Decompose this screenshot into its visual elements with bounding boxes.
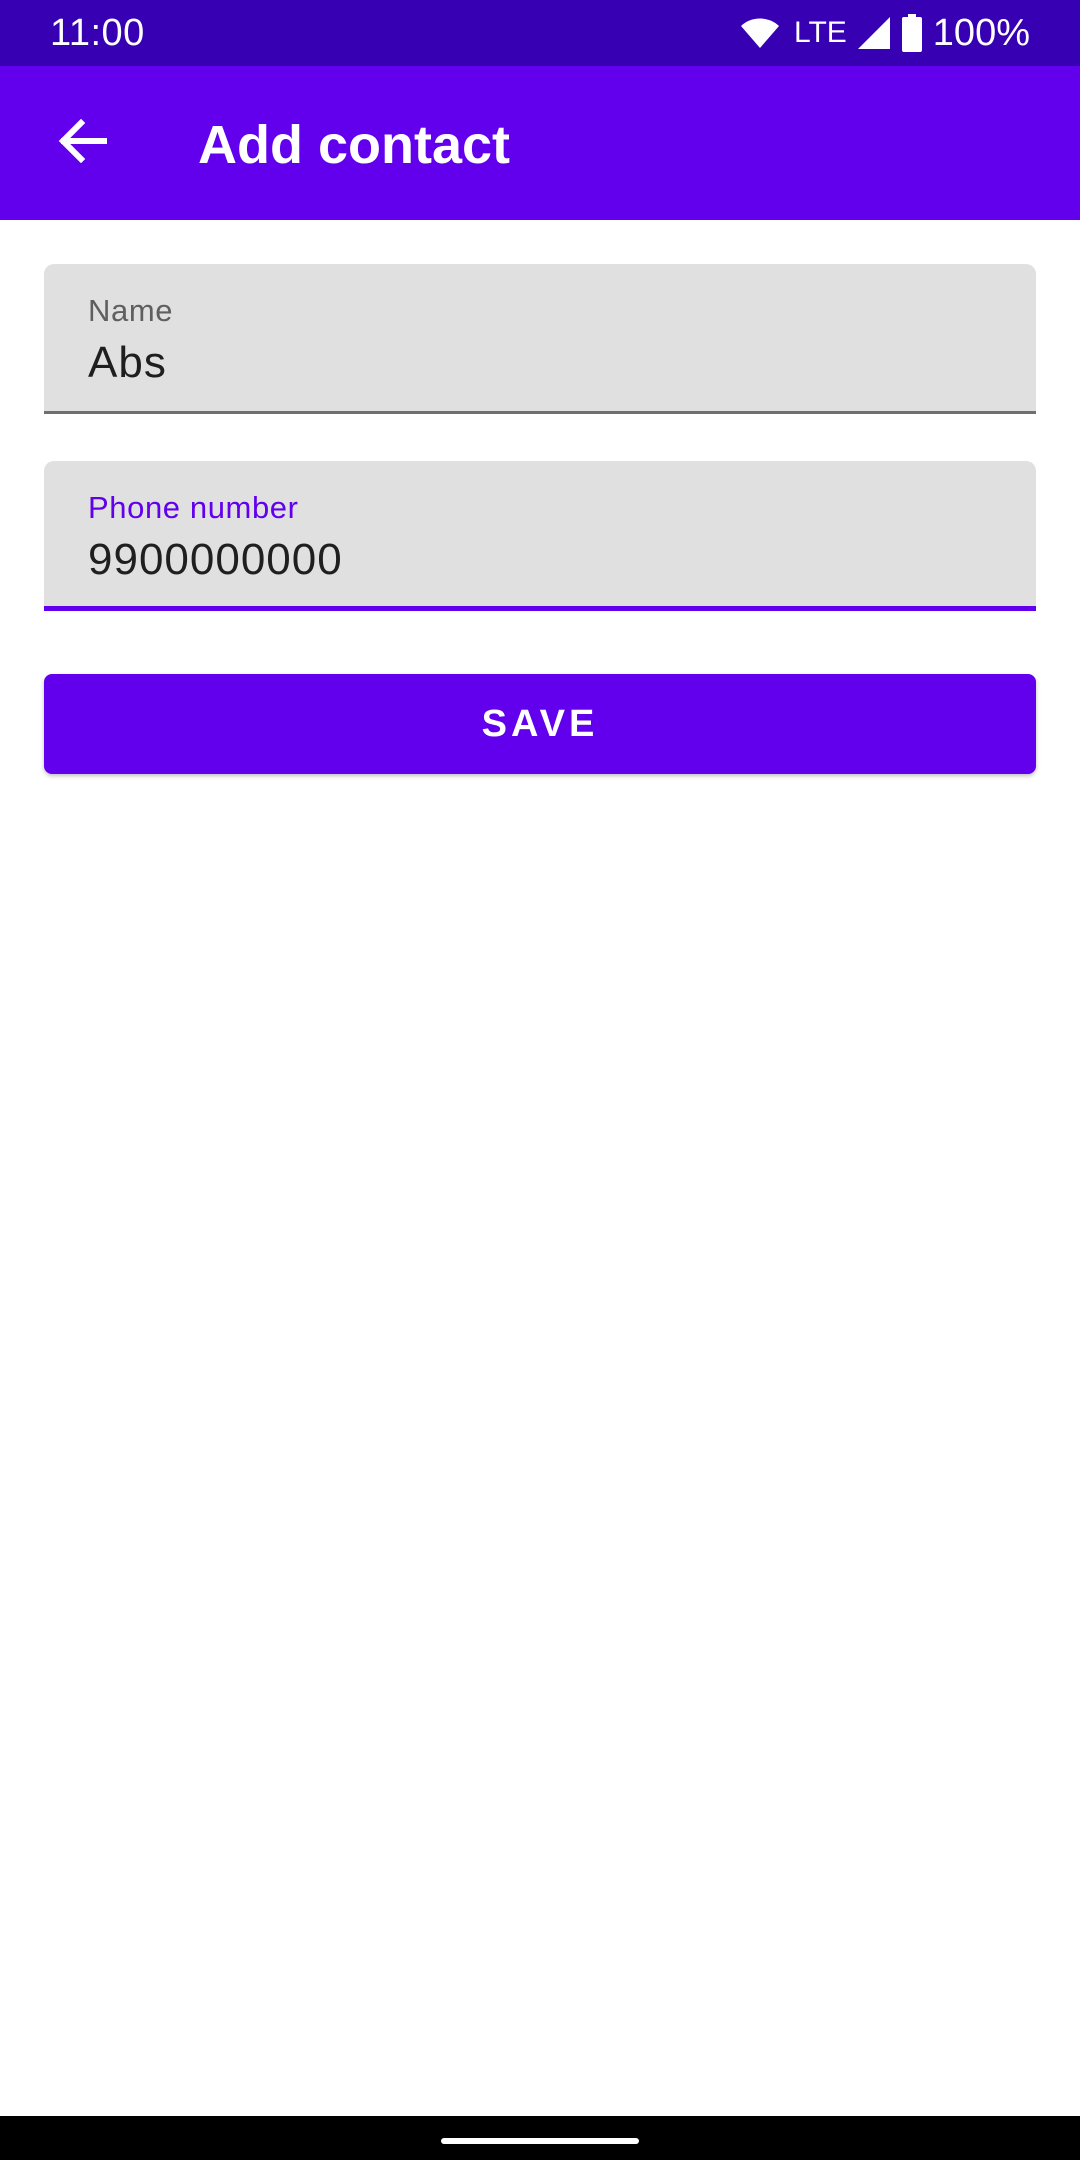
network-type: LTE [794, 16, 847, 49]
signal-icon [857, 16, 891, 50]
add-contact-screen: 11:00 LTE 100% Add contact Name Abs Phon… [0, 0, 1080, 2160]
arrow-back-icon [57, 118, 107, 168]
name-field-label: Name [88, 293, 174, 328]
name-field[interactable]: Name Abs [44, 264, 1036, 414]
status-icons: LTE 100% [740, 10, 1030, 56]
save-button[interactable]: SAVE [44, 674, 1036, 774]
save-button-label: SAVE [481, 702, 599, 745]
battery-percent: 100% [932, 12, 1030, 54]
phone-number-field-label: Phone number [88, 490, 299, 525]
phone-number-field[interactable]: Phone number 9900000000 [44, 461, 1036, 611]
back-button[interactable] [40, 101, 124, 185]
navigation-bar [0, 2116, 1080, 2160]
status-bar: 11:00 LTE 100% [0, 0, 1080, 66]
page-title: Add contact [198, 115, 511, 175]
name-field-value[interactable]: Abs [88, 336, 167, 390]
battery-icon [901, 14, 923, 52]
status-time: 11:00 [50, 12, 145, 54]
phone-number-field-value[interactable]: 9900000000 [88, 533, 343, 587]
home-gesture-handle[interactable] [441, 2138, 639, 2144]
wifi-icon [740, 17, 780, 49]
app-bar: Add contact [0, 66, 1080, 220]
